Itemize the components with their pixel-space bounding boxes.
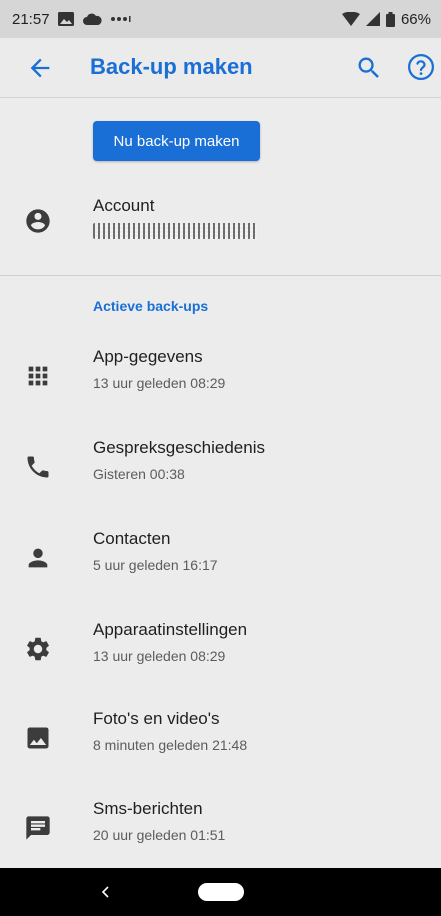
status-time: 21:57 [12,10,50,28]
battery-level: 66% [400,10,431,28]
page-title: Back-up maken [90,54,253,79]
list-item-device-settings[interactable]: Apparaatinstellingen 13 uur geleden 08:2… [0,620,441,690]
arrow-back-icon[interactable] [26,54,54,82]
more-icon [110,16,132,22]
image-icon [57,12,74,26]
signal-icon [365,12,380,26]
account-label: Account [93,196,155,215]
item-title: Gespreksgeschiedenis [93,438,265,457]
wifi-icon [341,12,360,26]
message-icon [24,814,52,842]
section-active-backups: Actieve back-ups [93,298,209,314]
item-subtitle: 5 uur geleden 16:17 [93,557,218,573]
item-subtitle: 13 uur geleden 08:29 [93,375,226,391]
item-subtitle: Gisteren 00:38 [93,466,185,482]
list-item-photos-videos[interactable]: Foto's en video's 8 minuten geleden 21:4… [0,709,441,779]
search-icon[interactable] [355,54,383,82]
nav-back-icon[interactable] [96,882,116,902]
item-title: Apparaatinstellingen [93,620,248,639]
account-circle-icon [24,207,52,235]
item-title: Foto's en video's [93,709,220,728]
help-icon[interactable] [406,52,436,82]
item-title: Contacten [93,529,171,548]
apps-grid-icon [24,362,52,390]
home-pill-button[interactable] [198,883,244,901]
list-item-call-history[interactable]: Gespreksgeschiedenis Gisteren 00:38 [0,438,441,508]
item-subtitle: 20 uur geleden 01:51 [93,827,226,843]
account-email-obscured [93,223,257,239]
phone-icon [24,453,52,481]
person-icon [24,544,52,572]
cloud-icon [82,13,102,25]
divider [0,275,441,276]
settings-gear-icon [24,635,52,663]
item-title: Sms-berichten [93,799,203,818]
status-bar: 21:57 66% [0,0,441,38]
backup-now-button[interactable]: Nu back-up maken [93,121,260,161]
list-item-sms[interactable]: Sms-berichten 20 uur geleden 01:51 [0,799,441,869]
navigation-bar [0,868,441,916]
item-subtitle: 13 uur geleden 08:29 [93,648,226,664]
list-item-contacts[interactable]: Contacten 5 uur geleden 16:17 [0,529,441,599]
account-row[interactable]: Account [0,190,441,270]
app-bar: Back-up maken [0,38,441,98]
list-item-app-data[interactable]: App-gegevens 13 uur geleden 08:29 [0,347,441,417]
item-subtitle: 8 minuten geleden 21:48 [93,737,248,753]
image-icon [24,724,52,752]
battery-icon [385,11,395,27]
item-title: App-gegevens [93,347,203,366]
